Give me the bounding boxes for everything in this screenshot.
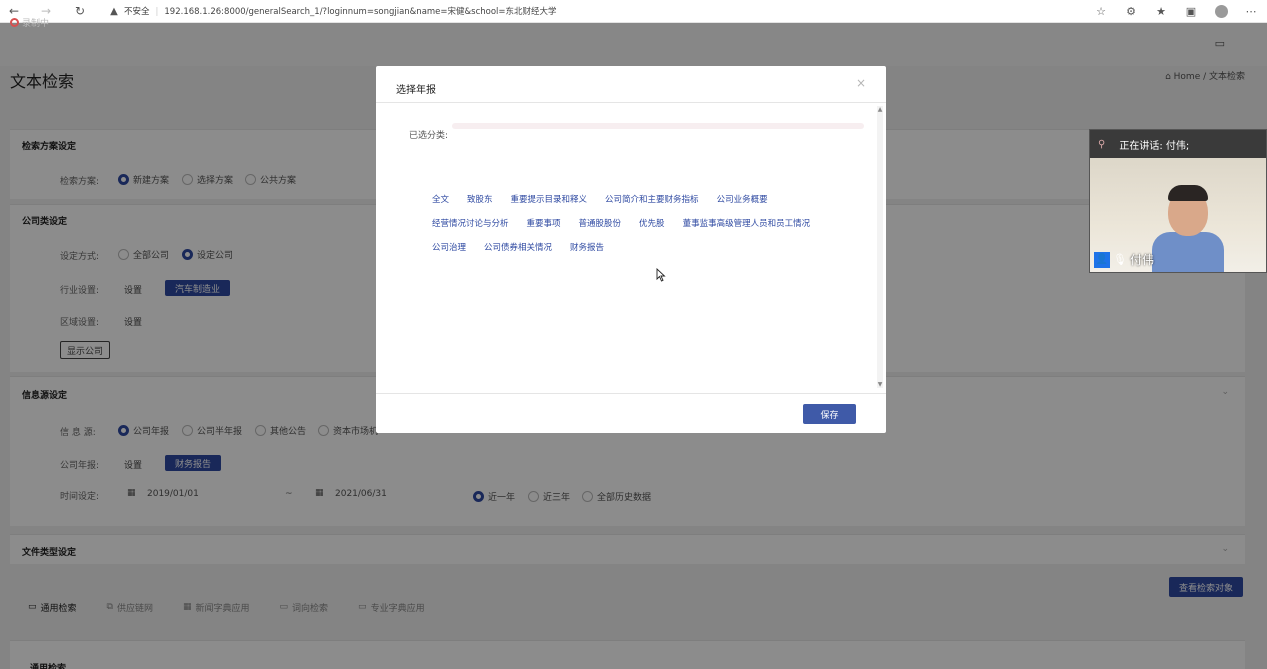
mouse-cursor-icon <box>656 268 666 282</box>
category-list: 全文 致股东 重要提示目录和释义 公司简介和主要财务指标 公司业务概要 经营情况… <box>432 193 852 265</box>
selected-categories-box <box>452 123 864 129</box>
presenter-figure <box>1152 232 1224 272</box>
modal-body: 已选分类: 全文 致股东 重要提示目录和释义 公司简介和主要财务指标 公司业务概… <box>376 103 886 393</box>
recording-text: 录制中 <box>22 19 50 29</box>
category-item[interactable]: 重要事项 <box>527 217 561 229</box>
modal-header: 选择年报 × <box>376 66 886 103</box>
participant-name-tag: 👤 🎙 付伟 <box>1094 251 1154 268</box>
insecure-label: 不安全 <box>124 7 150 17</box>
category-item[interactable]: 优先股 <box>639 217 665 229</box>
selected-categories-label: 已选分类: <box>409 131 449 141</box>
reload-icon[interactable]: ↻ <box>72 3 88 19</box>
presenter-hair <box>1168 185 1208 201</box>
video-header: ⚲ 正在讲话: 付伟; <box>1090 130 1266 158</box>
category-item[interactable]: 经营情况讨论与分析 <box>432 217 509 229</box>
record-icon <box>10 18 19 27</box>
recording-badge: 录制中 <box>10 16 49 29</box>
user-icon: 👤 <box>1094 251 1110 268</box>
favorite-add-icon[interactable]: ☆ <box>1093 3 1109 19</box>
category-row: 全文 致股东 重要提示目录和释义 公司简介和主要财务指标 公司业务概要 <box>432 193 852 205</box>
category-item[interactable]: 董事监事高级管理人员和员工情况 <box>683 217 811 229</box>
category-item[interactable]: 公司简介和主要财务指标 <box>605 193 699 205</box>
video-call-overlay: ⚲ 正在讲话: 付伟; 👤 🎙 付伟 <box>1089 129 1267 273</box>
category-item[interactable]: 普通股股份 <box>579 217 622 229</box>
category-item[interactable]: 全文 <box>432 193 449 205</box>
profile-avatar[interactable] <box>1213 3 1229 19</box>
category-item[interactable]: 公司债券相关情况 <box>484 241 552 253</box>
collections-icon[interactable]: ▣ <box>1183 3 1199 19</box>
close-icon[interactable]: × <box>856 76 866 90</box>
modal-title: 选择年报 <box>396 85 436 96</box>
browser-actions: ☆ ⚙ ★ ▣ ⋯ <box>1093 3 1259 19</box>
save-button[interactable]: 保存 <box>803 404 856 424</box>
participant-name: 付伟 <box>1129 253 1154 267</box>
browser-toolbar: ← → ↻ ▲ 不安全 | 192.168.1.26:8000/generalSea… <box>0 0 1267 23</box>
category-row: 经营情况讨论与分析 重要事项 普通股股份 优先股 董事监事高级管理人员和员工情况 <box>432 217 852 229</box>
speaking-indicator: 正在讲话: 付伟; <box>1119 140 1190 152</box>
category-item[interactable]: 财务报告 <box>570 241 604 253</box>
warning-icon: ▲ <box>110 5 118 17</box>
category-item[interactable]: 重要提示目录和释义 <box>511 193 588 205</box>
scroll-up-icon[interactable]: ▲ <box>877 106 883 113</box>
address-bar[interactable]: 不安全 | 192.168.1.26:8000/generalSearch_1/?l… <box>124 5 557 17</box>
modal-footer: 保存 <box>376 393 886 433</box>
microphone-icon: 🎙 <box>1113 253 1127 266</box>
category-item[interactable]: 公司治理 <box>432 241 466 253</box>
favorites-icon[interactable]: ★ <box>1153 3 1169 19</box>
scroll-down-icon[interactable]: ▼ <box>877 381 883 388</box>
select-annual-report-modal: 选择年报 × 已选分类: 全文 致股东 重要提示目录和释义 公司简介和主要财务指… <box>376 66 886 433</box>
category-item[interactable]: 致股东 <box>467 193 493 205</box>
category-item[interactable]: 公司业务概要 <box>717 193 768 205</box>
category-row: 公司治理 公司债券相关情况 财务报告 <box>432 241 852 253</box>
extension-icon[interactable]: ⚙ <box>1123 3 1139 19</box>
more-icon[interactable]: ⋯ <box>1243 3 1259 19</box>
url-text: 192.168.1.26:8000/generalSearch_1/?login… <box>164 7 557 17</box>
mic-muted-icon[interactable]: ⚲ <box>1098 139 1105 150</box>
modal-scrollbar[interactable]: ▲ ▼ <box>877 106 883 388</box>
